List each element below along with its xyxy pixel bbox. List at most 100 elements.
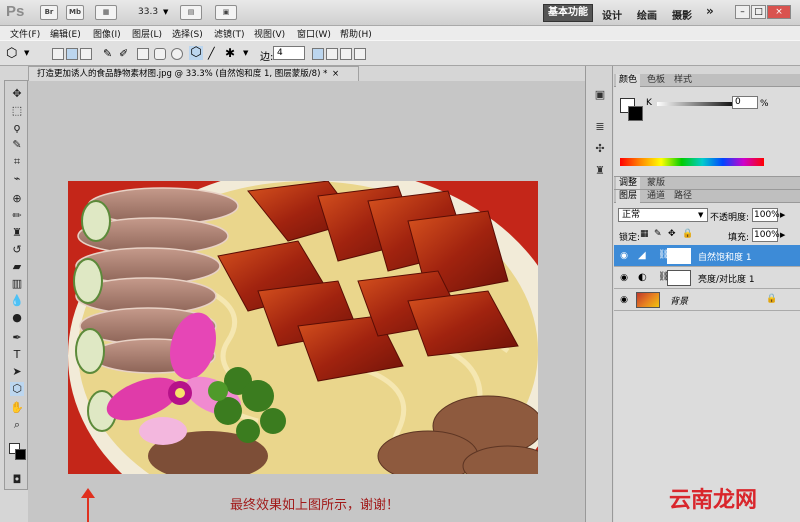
quick-mask-icon[interactable]: ◘ bbox=[10, 473, 24, 487]
eye-icon[interactable]: ◉ bbox=[618, 250, 630, 262]
workspace-essentials-button[interactable]: 基本功能 bbox=[543, 4, 593, 22]
brush-tool-icon[interactable]: ✏ bbox=[10, 209, 24, 223]
arrange-documents-icon[interactable]: ▤ bbox=[180, 5, 202, 20]
zoom-level[interactable]: 33.3 bbox=[138, 7, 158, 17]
spot-healing-icon[interactable]: ⊕ bbox=[10, 192, 24, 206]
type-tool-icon[interactable]: T bbox=[10, 348, 24, 362]
sides-input[interactable]: 4 bbox=[273, 46, 305, 60]
chevron-right-icon[interactable]: ▶ bbox=[780, 211, 785, 219]
fill-input[interactable]: 100% bbox=[752, 228, 780, 242]
tab-channels[interactable]: 通道 bbox=[644, 190, 668, 203]
workspace-painting-button[interactable]: 绘画 bbox=[637, 7, 657, 22]
clone-source-panel-icon[interactable]: ♜ bbox=[592, 164, 608, 178]
screen-mode-icon[interactable]: ▣ bbox=[215, 5, 237, 20]
ellipse-icon[interactable] bbox=[171, 48, 183, 60]
chevron-down-icon[interactable]: ▼ bbox=[698, 211, 703, 219]
workspace-photography-button[interactable]: 摄影 bbox=[672, 7, 692, 22]
document-tab[interactable]: 打造更加诱人的食品静物素材图.jpg @ 33.3% (自然饱和度 1, 图层蒙… bbox=[28, 66, 359, 81]
move-tool-icon[interactable]: ✥ bbox=[10, 87, 24, 101]
menu-image[interactable]: 图像(I) bbox=[93, 27, 121, 40]
k-value-input[interactable]: 0 bbox=[732, 96, 758, 109]
dodge-tool-icon[interactable]: ● bbox=[10, 311, 24, 325]
layer-row-brightness[interactable]: ◉ ◐ ⛓ 亮度/对比度 1 bbox=[614, 267, 800, 289]
shape-tool-icon[interactable]: ⬡ bbox=[10, 382, 24, 396]
close-icon[interactable]: × bbox=[332, 69, 339, 79]
lasso-tool-icon[interactable]: ϙ bbox=[10, 121, 24, 135]
menu-select[interactable]: 选择(S) bbox=[172, 27, 203, 40]
k-slider[interactable] bbox=[657, 102, 739, 106]
layer-thumbnail[interactable] bbox=[636, 292, 660, 308]
more-workspaces-icon[interactable]: » bbox=[706, 4, 714, 18]
freeform-pen-icon[interactable]: ✐ bbox=[119, 47, 128, 60]
lock-transparent-icon[interactable]: ▦ bbox=[640, 229, 649, 239]
eye-icon[interactable]: ◉ bbox=[618, 272, 630, 284]
tab-color[interactable]: 颜色 bbox=[616, 74, 641, 87]
color-spectrum[interactable] bbox=[620, 158, 764, 166]
blur-tool-icon[interactable]: 💧 bbox=[10, 294, 24, 308]
background-color-swatch[interactable] bbox=[15, 449, 26, 460]
layer-name[interactable]: 亮度/对比度 1 bbox=[698, 272, 755, 285]
shape-layers-icon[interactable] bbox=[52, 48, 64, 60]
menu-help[interactable]: 帮助(H) bbox=[340, 27, 372, 40]
rectangle-icon[interactable] bbox=[137, 48, 149, 60]
path-add-icon[interactable] bbox=[312, 48, 324, 60]
view-extras-icon[interactable]: ▦ bbox=[95, 5, 117, 20]
path-exclude-icon[interactable] bbox=[354, 48, 366, 60]
menu-layer[interactable]: 图层(L) bbox=[132, 27, 162, 40]
layer-row-background[interactable]: ◉ 背景 🔒 bbox=[614, 289, 800, 311]
quick-selection-icon[interactable]: ✎ bbox=[10, 138, 24, 152]
minimize-button[interactable]: – bbox=[735, 5, 750, 19]
menu-edit[interactable]: 编辑(E) bbox=[50, 27, 81, 40]
eyedropper-icon[interactable]: ⌁ bbox=[10, 172, 24, 186]
history-brush-icon[interactable]: ↺ bbox=[10, 243, 24, 257]
chevron-down-icon[interactable]: ▼ bbox=[24, 49, 29, 57]
menu-filter[interactable]: 滤镜(T) bbox=[214, 27, 245, 40]
food-photo-canvas[interactable] bbox=[68, 181, 538, 474]
background-swatch[interactable] bbox=[628, 106, 643, 121]
workspace-design-button[interactable]: 设计 bbox=[602, 7, 622, 22]
bridge-icon[interactable]: Br bbox=[40, 5, 58, 20]
custom-shape-icon[interactable]: ✱ bbox=[225, 46, 235, 60]
mini-bridge-icon[interactable]: Mb bbox=[66, 5, 84, 20]
menu-file[interactable]: 文件(F) bbox=[10, 27, 40, 40]
paths-icon[interactable] bbox=[66, 48, 78, 60]
history-panel-icon[interactable]: ▣ bbox=[592, 88, 608, 102]
tab-swatches[interactable]: 色板 bbox=[644, 74, 668, 87]
eye-icon[interactable]: ◉ bbox=[618, 294, 630, 306]
tab-styles[interactable]: 样式 bbox=[671, 74, 695, 87]
pen-tool-icon[interactable]: ✒ bbox=[10, 331, 24, 345]
tab-layers[interactable]: 图层 bbox=[616, 190, 641, 203]
layer-mask-thumbnail[interactable] bbox=[667, 248, 691, 264]
crop-tool-icon[interactable]: ⌗ bbox=[10, 155, 24, 169]
lock-position-icon[interactable]: ✥ bbox=[668, 229, 676, 239]
layer-mask-thumbnail[interactable] bbox=[667, 270, 691, 286]
tab-paths[interactable]: 路径 bbox=[671, 190, 695, 203]
opacity-input[interactable]: 100% bbox=[752, 208, 780, 222]
fill-pixels-icon[interactable] bbox=[80, 48, 92, 60]
marquee-tool-icon[interactable]: ⬚ bbox=[10, 104, 24, 118]
menu-view[interactable]: 视图(V) bbox=[254, 27, 285, 40]
line-icon[interactable]: ╱ bbox=[208, 47, 215, 60]
chevron-right-icon[interactable]: ▶ bbox=[780, 231, 785, 239]
layer-name[interactable]: 背景 bbox=[670, 294, 688, 307]
layer-name[interactable]: 自然饱和度 1 bbox=[698, 250, 752, 263]
lock-all-icon[interactable]: 🔒 bbox=[682, 229, 693, 239]
path-selection-icon[interactable]: ➤ bbox=[10, 365, 24, 379]
path-subtract-icon[interactable] bbox=[326, 48, 338, 60]
gradient-tool-icon[interactable]: ▥ bbox=[10, 277, 24, 291]
chevron-down-icon[interactable]: ▼ bbox=[243, 49, 248, 57]
path-intersect-icon[interactable] bbox=[340, 48, 352, 60]
hand-tool-icon[interactable]: ✋ bbox=[10, 401, 24, 415]
actions-panel-icon[interactable]: ≣ bbox=[592, 120, 608, 134]
clone-stamp-icon[interactable]: ♜ bbox=[10, 226, 24, 240]
brush-panel-icon[interactable]: ✣ bbox=[592, 142, 608, 156]
layer-row-vibrance[interactable]: ◉ ◢ ⛓ 自然饱和度 1 bbox=[614, 245, 800, 267]
pen-icon[interactable]: ✎ bbox=[103, 47, 112, 60]
polygon-tool-preset-icon[interactable]: ⬡ bbox=[6, 46, 17, 61]
close-button[interactable]: × bbox=[767, 5, 791, 19]
blend-mode-select[interactable]: 正常 bbox=[618, 208, 708, 222]
maximize-button[interactable]: □ bbox=[751, 5, 766, 19]
lock-image-icon[interactable]: ✎ bbox=[654, 229, 662, 239]
zoom-tool-icon[interactable]: ⌕ bbox=[10, 418, 24, 432]
rounded-rectangle-icon[interactable] bbox=[154, 48, 166, 60]
